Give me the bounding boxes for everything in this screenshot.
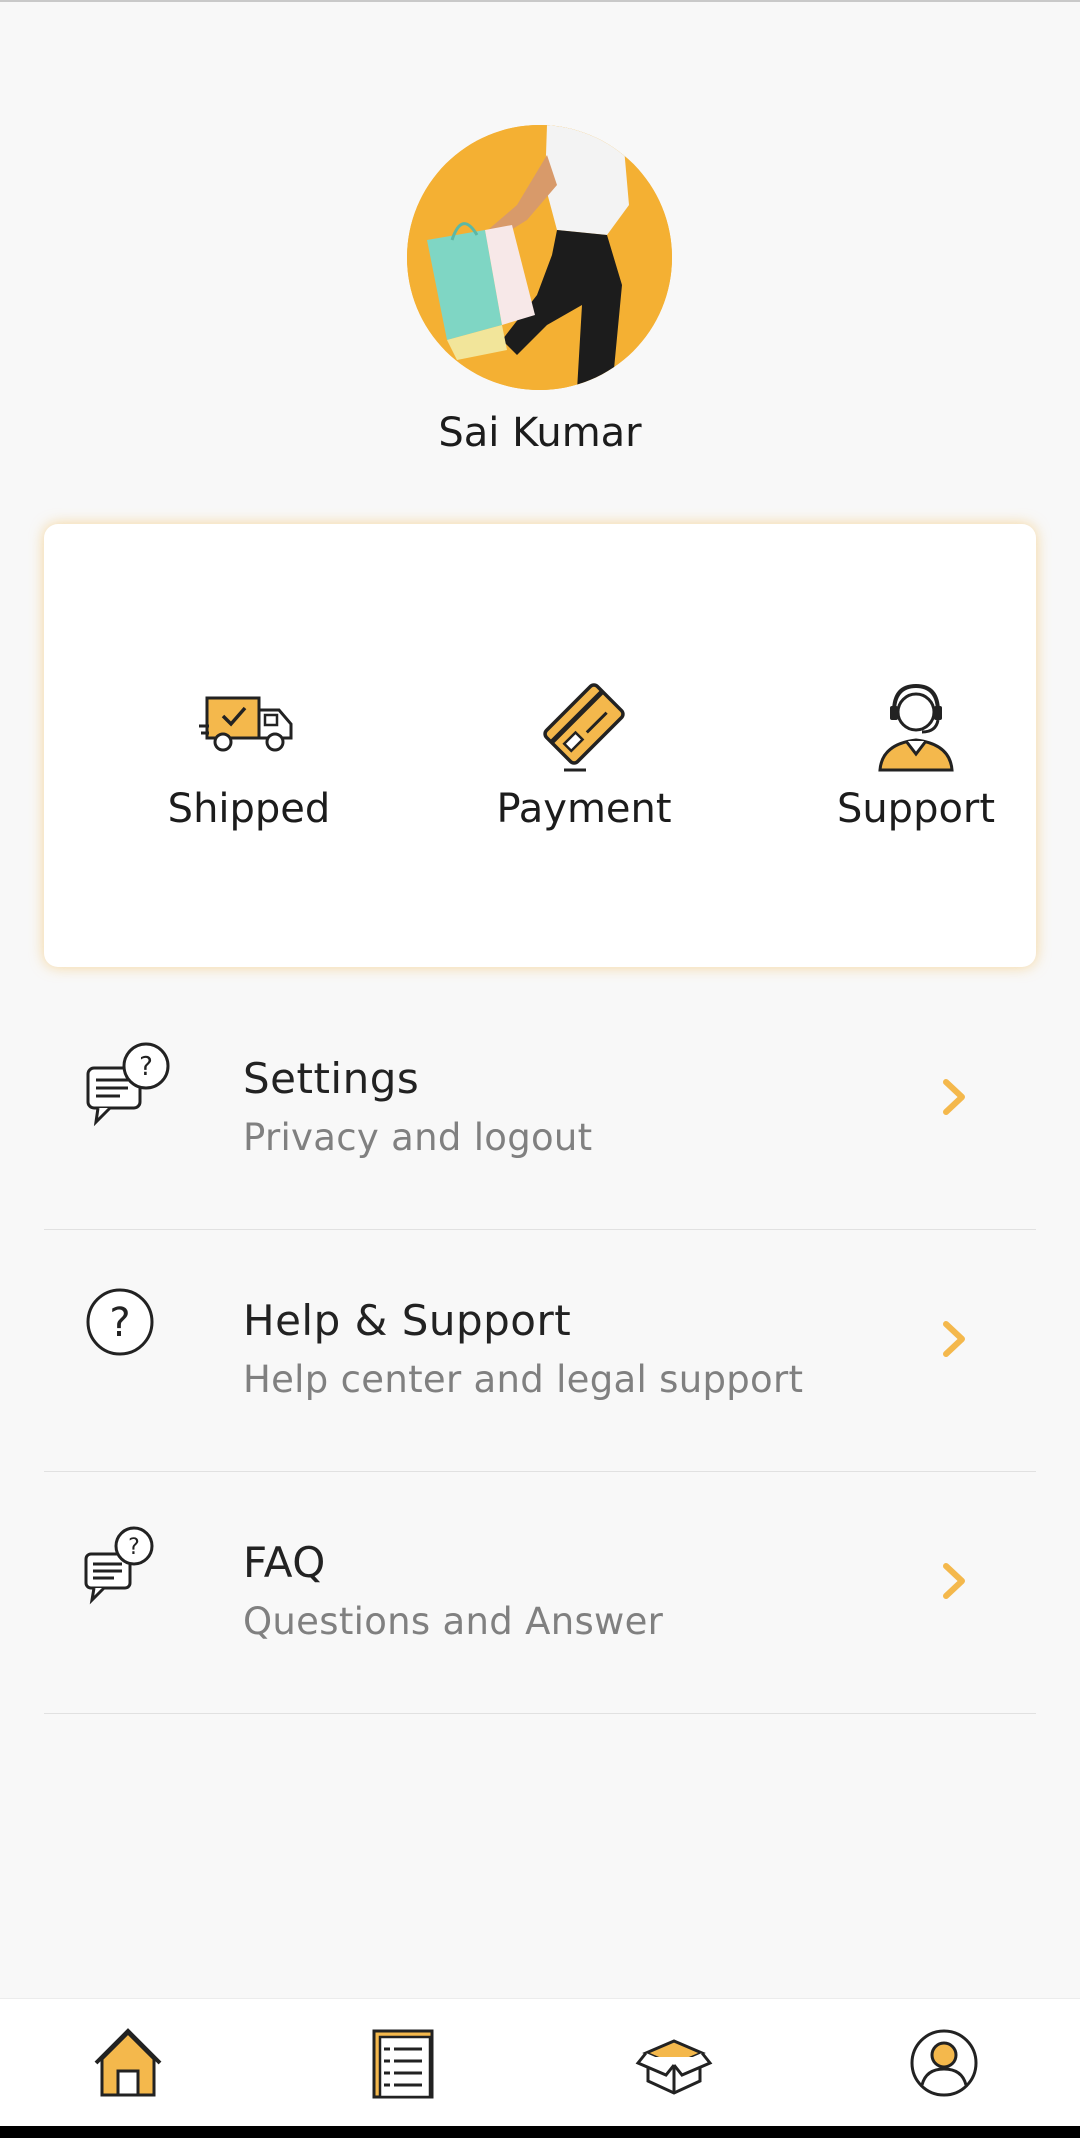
profile-name: Sai Kumar xyxy=(438,410,642,456)
profile-photo xyxy=(407,125,672,390)
status-divider xyxy=(0,0,1080,2)
chevron-right-icon xyxy=(943,1321,965,1357)
payment-button[interactable]: Payment xyxy=(454,674,714,832)
bottom-navigation xyxy=(0,1998,1080,2126)
user-circle-icon[interactable] xyxy=(904,2023,984,2103)
svg-text:?: ? xyxy=(109,1300,130,1346)
svg-text:?: ? xyxy=(139,1052,153,1082)
support-button[interactable]: Support xyxy=(786,674,1046,832)
headset-agent-icon xyxy=(878,683,954,772)
support-label: Support xyxy=(836,786,996,832)
settings-title: Settings xyxy=(243,1054,420,1103)
shipped-label: Shipped xyxy=(167,786,331,832)
credit-card-icon xyxy=(543,683,625,772)
avatar[interactable] xyxy=(407,125,672,390)
system-navigation-bar xyxy=(0,2126,1080,2138)
chat-question-icon: ? xyxy=(86,1042,170,1127)
faq-subtitle: Questions and Answer xyxy=(243,1600,664,1643)
faq-title: FAQ xyxy=(243,1538,326,1587)
shipped-button[interactable]: Shipped xyxy=(119,674,379,832)
box-icon[interactable] xyxy=(634,2023,714,2103)
help-support-subtitle: Help center and legal support xyxy=(243,1358,804,1401)
menu-item-settings[interactable]: ? Settings Privacy and logout xyxy=(44,988,1036,1230)
chevron-right-icon xyxy=(943,1079,965,1115)
truck-icon xyxy=(199,696,293,752)
chevron-right-icon xyxy=(943,1563,965,1599)
question-circle-icon: ? xyxy=(86,1288,154,1356)
home-icon[interactable] xyxy=(88,2023,168,2103)
quick-actions-card: Shipped Payment Support xyxy=(44,524,1036,967)
payment-label: Payment xyxy=(496,786,672,832)
menu-item-faq[interactable]: ? FAQ Questions and Answer xyxy=(44,1472,1036,1714)
help-support-title: Help & Support xyxy=(243,1296,572,1345)
menu-item-help-support[interactable]: ? Help & Support Help center and legal s… xyxy=(44,1230,1036,1472)
settings-subtitle: Privacy and logout xyxy=(243,1116,593,1159)
svg-text:?: ? xyxy=(128,1535,140,1560)
faq-chat-icon: ? xyxy=(84,1526,154,1605)
orders-list-icon[interactable] xyxy=(364,2023,444,2103)
